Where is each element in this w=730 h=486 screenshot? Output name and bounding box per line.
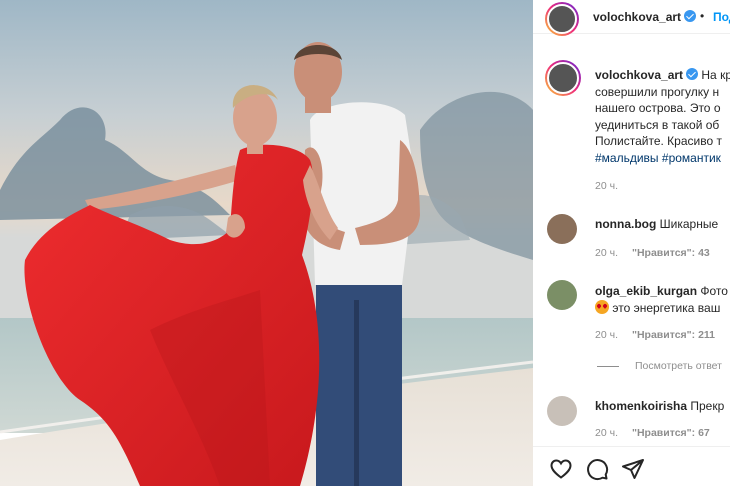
avatar-image (547, 62, 579, 94)
post-header: volochkova_art • Под (533, 0, 730, 36)
caption-line: Полистайте. Красиво т (595, 134, 722, 149)
comment-time: 20 ч. (595, 329, 618, 341)
author-avatar[interactable] (545, 2, 579, 36)
comment-likes[interactable]: "Нравится": 211 (632, 329, 715, 341)
comment-username[interactable]: nonna.bog (595, 217, 656, 231)
commenter-avatar[interactable] (547, 396, 577, 426)
caption-avatar[interactable] (545, 60, 581, 96)
comment-likes[interactable]: "Нравится": 43 (632, 247, 710, 259)
caption-line: уединиться в такой об (595, 117, 720, 132)
comment: khomenkoirisha Прекр (595, 399, 724, 413)
post-sidebar: volochkova_art • Под volochkova_art На к… (533, 0, 730, 486)
verified-badge-icon (686, 68, 699, 80)
caption-username[interactable]: volochkova_art (595, 68, 699, 82)
comment-likes[interactable]: "Нравится": 67 (632, 427, 710, 439)
caption-line: volochkova_art На кр (595, 67, 730, 84)
caption-line: совершили прогулку н (595, 84, 720, 99)
heart-icon[interactable] (549, 457, 573, 481)
comment-text: Фото (700, 284, 728, 298)
heart-eyes-emoji-icon (595, 300, 609, 314)
caption-line: нашего острова. Это о (595, 101, 721, 116)
verified-badge-icon (684, 10, 697, 22)
post-photo[interactable] (0, 0, 533, 486)
author-username-text: volochkova_art (593, 10, 682, 24)
author-username[interactable]: volochkova_art (593, 10, 697, 24)
view-replies-button[interactable]: Посмотреть ответ (595, 360, 722, 372)
post-actions-bar (533, 446, 730, 486)
comment: nonna.bog Шикарные (595, 217, 718, 231)
comment-text: Прекр (690, 399, 725, 413)
caption-text: На кр (701, 68, 730, 82)
follow-button[interactable]: Под (713, 10, 730, 24)
comment-username[interactable]: olga_ekib_kurgan (595, 284, 697, 298)
caption-username-text: volochkova_art (595, 68, 684, 82)
comment-meta: 20 ч. "Нравится": 211 (595, 329, 715, 341)
comment-text: это энергетика ваш (612, 301, 721, 315)
comment: olga_ekib_kurgan Фото (595, 284, 728, 298)
caption-timestamp: 20 ч. (595, 180, 618, 192)
commenter-avatar[interactable] (547, 280, 577, 310)
post-image (0, 0, 533, 486)
commenter-avatar[interactable] (547, 214, 577, 244)
comment-text: Шикарные (659, 217, 719, 231)
comment-meta: 20 ч. "Нравится": 43 (595, 247, 710, 259)
separator-dot: • (700, 9, 705, 23)
comment-username[interactable]: khomenkoirisha (595, 399, 687, 413)
comment-time: 20 ч. (595, 247, 618, 259)
comment-icon[interactable] (585, 457, 609, 481)
post-caption: volochkova_art На кр совершили прогулку … (595, 67, 730, 167)
caption-hashtags[interactable]: #мальдивы #романтик (595, 150, 730, 167)
share-icon[interactable] (621, 457, 645, 481)
comment-line: это энергетика ваш (595, 300, 720, 315)
comment-time: 20 ч. (595, 427, 618, 439)
avatar-image (547, 4, 577, 34)
comment-meta: 20 ч. "Нравится": 67 (595, 427, 710, 439)
